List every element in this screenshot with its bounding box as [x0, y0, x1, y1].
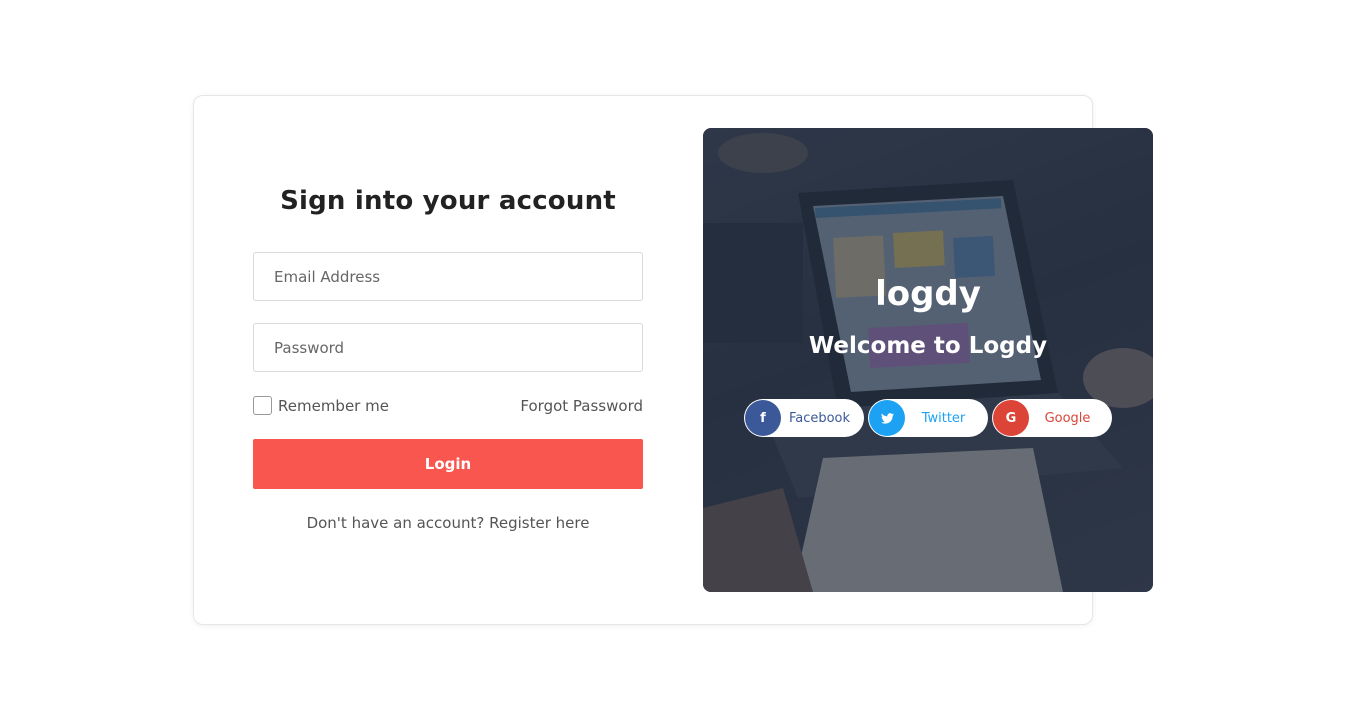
remember-me[interactable]: Remember me [253, 396, 389, 415]
twitter-icon [869, 400, 905, 436]
brand-logo: logdy [875, 274, 981, 314]
twitter-button[interactable]: Twitter [868, 399, 988, 437]
facebook-label: Facebook [788, 410, 851, 426]
email-input[interactable] [253, 252, 643, 301]
login-button[interactable]: Login [253, 439, 643, 489]
hero-panel: logdy Welcome to Logdy f Facebook Twitte… [703, 128, 1153, 592]
twitter-label: Twitter [921, 410, 966, 426]
register-prompt: Don't have an account? [306, 514, 490, 532]
facebook-button[interactable]: f Facebook [744, 399, 864, 437]
google-icon: G [993, 400, 1029, 436]
remember-label: Remember me [278, 396, 389, 415]
hero-overlay [703, 128, 1153, 592]
register-line: Don't have an account? Register here [253, 514, 643, 532]
remember-checkbox[interactable] [253, 396, 272, 415]
google-label: Google [1044, 410, 1091, 426]
google-button[interactable]: G Google [992, 399, 1112, 437]
register-link[interactable]: Register here [489, 514, 589, 532]
form-title: Sign into your account [280, 186, 616, 216]
facebook-icon: f [745, 400, 781, 436]
password-input[interactable] [253, 323, 643, 372]
forgot-password-link[interactable]: Forgot Password [520, 397, 643, 415]
welcome-heading: Welcome to Logdy [808, 333, 1048, 359]
